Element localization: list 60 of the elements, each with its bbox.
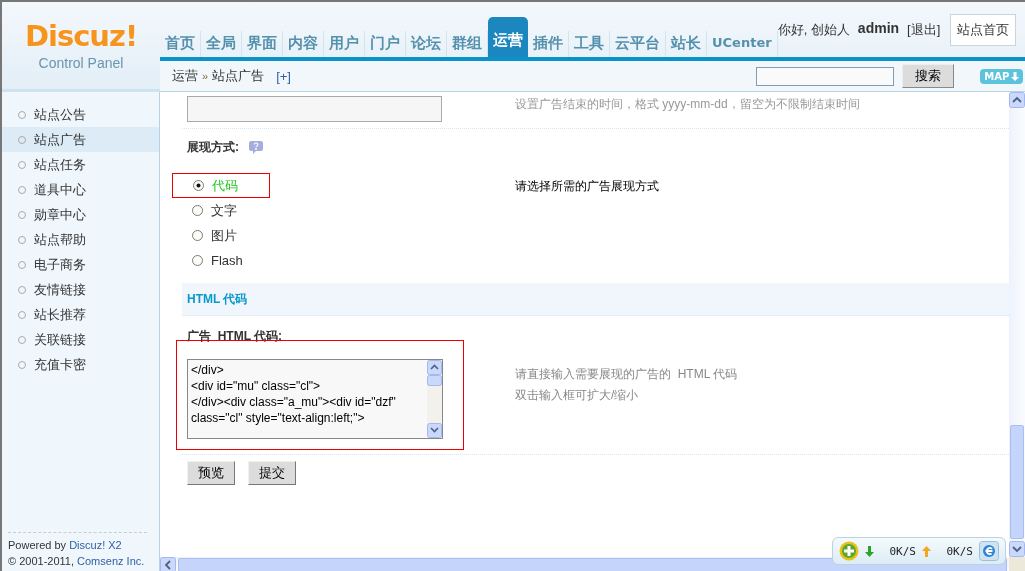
upload-speed: 0K/S [946,544,973,558]
breadcrumb-item: 站点广告 [212,67,265,85]
sidebar-item[interactable]: 站点帮助 [2,227,159,252]
down-arrow-icon [1011,71,1020,81]
form-button[interactable]: 预览 [187,461,235,485]
vertical-scrollbar[interactable] [1009,92,1025,557]
sidebar-item[interactable]: 友情链接 [2,277,159,302]
sidebar-item[interactable]: 站点公告 [2,102,159,127]
field-label: 展现方式: [187,138,239,156]
scroll-left-icon[interactable] [160,557,176,571]
add-shortcut-link[interactable]: [+] [276,68,291,84]
copyright-text: © 2001-2011, Comsenz Inc. [8,554,146,569]
sidebar-item[interactable]: 关联链接 [2,327,159,352]
sidebar-item[interactable]: 充值卡密 [2,352,159,377]
hint-text: 请选择所需的广告展现方式 [515,178,660,195]
plus-icon[interactable] [839,541,859,561]
logout-link[interactable]: [退出] [907,14,941,39]
radio-option[interactable]: Flash [182,248,515,273]
sidebar-item[interactable]: 勋章中心 [2,202,159,227]
breadcrumb-item[interactable]: 运营 [172,67,198,85]
section-title: HTML 代码 [187,290,248,308]
radio-button[interactable] [192,230,203,241]
radio-button[interactable] [192,255,203,266]
sidebar-item[interactable]: 站点广告 [2,127,159,152]
browser-icon[interactable] [979,541,999,561]
sidebar-item[interactable]: 站长推荐 [2,302,159,327]
sidebar-item[interactable]: 道具中心 [2,177,159,202]
company-link[interactable]: Comsenz Inc. [77,555,145,567]
logo-subtitle: Control Panel [38,54,124,72]
product-link[interactable]: Discuz! X2 [69,539,122,551]
sidebar-item[interactable]: 电子商务 [2,252,159,277]
site-home-button[interactable]: 站点首页 [950,14,1017,46]
powered-by-text: Powered by Discuz! X2 [8,538,123,553]
radio-option[interactable]: 文字 [182,198,515,223]
upload-arrow-icon [922,545,931,557]
hint-text: 双击输入框可扩大/缩小 [515,387,640,404]
scrollbar[interactable] [427,360,442,438]
radio-button[interactable] [192,205,203,216]
logo-text: Discuz! [24,20,138,52]
hint-text: 请直接输入需要展现的广告的 HTML 代码 [515,366,739,383]
date-field[interactable] [187,96,442,122]
radio-option[interactable]: 图片 [182,223,515,248]
nav-tab[interactable]: 运营 [488,17,528,57]
search-field[interactable] [756,66,895,86]
search-button[interactable]: 搜索 [902,64,955,88]
scroll-up-icon[interactable] [1009,92,1025,108]
code-field[interactable]: </div> <div id="mu" class="cl"> </div><div class="a_mu"><div id="dzf" class="cl" style="text-align:left;"> [187,359,443,439]
download-speed: 0K/S [889,544,916,558]
help-icon[interactable] [249,140,263,154]
user-name: admin [857,19,900,36]
scrollbar-corner [1009,557,1025,571]
hint-text: 设置广告结束的时间，格式 yyyy-mm-dd，留空为不限制结束时间 [515,96,861,113]
form-button[interactable]: 提交 [248,461,296,485]
radio-button[interactable] [193,180,204,191]
breadcrumb-separator: » [202,70,209,82]
greeting-text: 你好, 创始人 [777,21,850,39]
scroll-thumb[interactable] [1010,425,1024,539]
scroll-down-icon[interactable] [1009,541,1025,557]
download-arrow-icon [865,545,874,557]
sidebar-item[interactable]: 站点任务 [2,152,159,177]
